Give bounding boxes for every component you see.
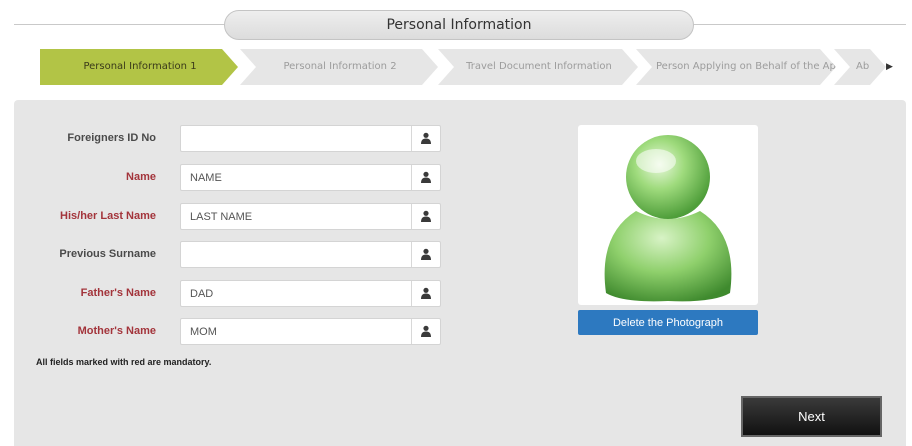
step-tab-personal-information-1[interactable]: Personal Information 1	[40, 49, 238, 85]
step-tab-next-partial[interactable]: Ab	[834, 49, 886, 85]
name-field[interactable]	[180, 164, 441, 191]
field-separator	[411, 126, 412, 151]
name-label: Name	[126, 171, 156, 183]
name-input[interactable]	[181, 165, 411, 190]
user-icon[interactable]	[420, 325, 432, 337]
last-name-label: His/her Last Name	[60, 210, 156, 222]
field-separator	[411, 204, 412, 229]
page-title: Personal Information	[224, 10, 694, 40]
mothers-name-input[interactable]	[181, 319, 411, 344]
fathers-name-label: Father's Name	[80, 287, 156, 299]
step-tab-person-applying-on-behalf[interactable]: Person Applying on Behalf of the Applica…	[636, 49, 836, 85]
user-icon[interactable]	[420, 171, 432, 183]
step-tab-travel-document-information[interactable]: Travel Document Information	[438, 49, 638, 85]
foreigners-id-label: Foreigners ID No	[67, 132, 156, 144]
user-icon[interactable]	[420, 248, 432, 260]
mothers-name-label: Mother's Name	[77, 325, 156, 337]
last-name-input[interactable]	[181, 204, 411, 229]
user-icon[interactable]	[420, 287, 432, 299]
step-tabs: Personal Information 1 Personal Informat…	[40, 49, 892, 85]
last-name-field[interactable]	[180, 203, 441, 230]
next-button[interactable]: Next	[741, 396, 882, 437]
field-separator	[411, 281, 412, 306]
previous-surname-label: Previous Surname	[59, 248, 156, 260]
fathers-name-field[interactable]	[180, 280, 441, 307]
mothers-name-field[interactable]	[180, 318, 441, 345]
previous-surname-input[interactable]	[181, 242, 411, 267]
mandatory-note: All fields marked with red are mandatory…	[36, 357, 212, 367]
foreigners-id-input[interactable]	[181, 126, 411, 151]
fathers-name-input[interactable]	[181, 281, 411, 306]
delete-photograph-button[interactable]: Delete the Photograph	[578, 310, 758, 335]
field-separator	[411, 242, 412, 267]
field-separator	[411, 319, 412, 344]
user-icon[interactable]	[420, 210, 432, 222]
user-icon[interactable]	[420, 132, 432, 144]
field-separator	[411, 165, 412, 190]
foreigners-id-field[interactable]	[180, 125, 441, 152]
scroll-right-arrow-icon[interactable]: ▶	[886, 61, 893, 72]
previous-surname-field[interactable]	[180, 241, 441, 268]
photo-preview	[578, 125, 758, 305]
user-avatar-icon	[604, 135, 732, 302]
step-tab-personal-information-2[interactable]: Personal Information 2	[240, 49, 438, 85]
